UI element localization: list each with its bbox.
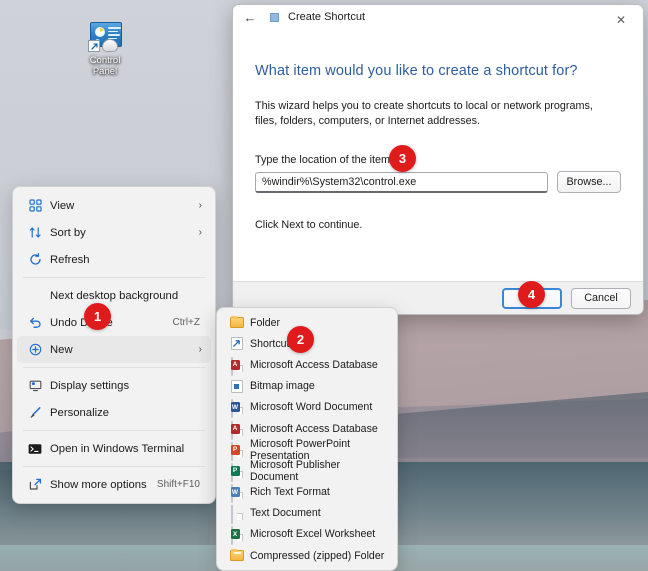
dialog-body: What item would you like to create a sho… bbox=[233, 35, 643, 231]
desktop-screen: Control Panel ← Create Shortcut ✕ What it… bbox=[0, 0, 648, 571]
chevron-right-icon: › bbox=[198, 227, 202, 238]
undo-icon bbox=[24, 316, 46, 329]
excel-icon: X bbox=[227, 526, 246, 546]
submenu-item-microsoft-powerpoint-presentation[interactable]: P Microsoft PowerPoint Presentation bbox=[221, 438, 393, 462]
submenu-label: Microsoft Excel Worksheet bbox=[250, 528, 376, 541]
context-menu-label: Display settings bbox=[50, 379, 130, 392]
context-menu-label: Open in Windows Terminal bbox=[50, 442, 185, 455]
control-panel-icon bbox=[88, 22, 122, 52]
rtf-icon: W bbox=[227, 484, 246, 504]
desktop-context-menu: View › Sort by › Refresh Next desktop ba… bbox=[12, 186, 216, 504]
shortcut-overlay-icon bbox=[88, 40, 100, 52]
context-menu-separator bbox=[23, 367, 205, 368]
context-menu-item-view[interactable]: View › bbox=[17, 192, 211, 219]
dialog-hint: Click Next to continue. bbox=[255, 219, 363, 231]
monitor-icon bbox=[24, 379, 46, 392]
context-menu-label: Next desktop background bbox=[50, 289, 179, 302]
context-menu-item-show-more-options[interactable]: Show more options Shift+F10 bbox=[17, 471, 211, 498]
submenu-item-compressed-zipped-folder[interactable]: Compressed (zipped) Folder bbox=[221, 545, 393, 566]
step-badge-4: 4 bbox=[518, 281, 545, 308]
chevron-right-icon: › bbox=[198, 344, 202, 355]
refresh-icon bbox=[24, 253, 46, 266]
context-menu-item-refresh[interactable]: Refresh bbox=[17, 246, 211, 273]
publisher-icon: P bbox=[227, 462, 246, 482]
dialog-app-icon bbox=[267, 10, 281, 24]
submenu-item-bitmap-image[interactable]: Bitmap image bbox=[221, 376, 393, 397]
context-menu-item-next-desktop-background[interactable]: Next desktop background bbox=[17, 282, 211, 309]
brush-icon bbox=[24, 406, 46, 419]
context-menu-label: Show more options bbox=[50, 478, 147, 491]
submenu-label: Folder bbox=[250, 316, 281, 329]
context-menu-label: Refresh bbox=[50, 253, 90, 266]
bitmap-icon bbox=[227, 379, 246, 393]
submenu-label: Bitmap image bbox=[250, 380, 315, 393]
context-menu-separator bbox=[23, 277, 205, 278]
desktop-icon-label: Control Panel bbox=[89, 55, 121, 77]
context-menu-accelerator: Ctrl+Z bbox=[172, 317, 201, 328]
context-menu-label: View bbox=[50, 199, 75, 212]
submenu-label: Rich Text Format bbox=[250, 486, 330, 499]
sort-icon bbox=[24, 226, 46, 239]
step-badge-3: 3 bbox=[389, 145, 416, 172]
context-menu-accelerator: Shift+F10 bbox=[156, 479, 200, 490]
zip-folder-icon bbox=[227, 548, 246, 562]
submenu-item-text-document[interactable]: Text Document bbox=[221, 503, 393, 525]
text-document-icon bbox=[227, 505, 246, 525]
grid-icon bbox=[24, 199, 46, 212]
context-menu-label: New bbox=[50, 343, 73, 356]
browse-button[interactable]: Browse... bbox=[557, 171, 621, 193]
step-badge-2: 2 bbox=[287, 326, 314, 353]
dialog-description: This wizard helps you to create shortcut… bbox=[255, 100, 593, 127]
dialog-title: Create Shortcut bbox=[288, 11, 366, 23]
step-badge-1: 1 bbox=[84, 303, 111, 330]
context-menu-separator bbox=[23, 430, 205, 431]
dialog-heading: What item would you like to create a sho… bbox=[255, 63, 578, 79]
submenu-item-microsoft-excel-worksheet[interactable]: X Microsoft Excel Worksheet bbox=[221, 524, 393, 546]
submenu-label: Microsoft Word Document bbox=[250, 401, 373, 414]
access-icon: A bbox=[227, 356, 246, 376]
context-menu-label: Undo Delete bbox=[50, 316, 113, 329]
submenu-label: Microsoft Publisher Document bbox=[250, 458, 341, 483]
submenu-label: Microsoft Access Database bbox=[250, 358, 378, 371]
submenu-item-microsoft-publisher-document[interactable]: P Microsoft Publisher Document bbox=[221, 458, 393, 483]
context-menu-label: Personalize bbox=[50, 406, 110, 419]
back-arrow-icon[interactable]: ← bbox=[240, 7, 260, 27]
desktop-icon-control-panel[interactable]: Control Panel bbox=[78, 22, 132, 77]
location-field-label: Type the location of the item: bbox=[255, 154, 394, 166]
submenu-item-microsoft-access-database-2[interactable]: A Microsoft Access Database bbox=[221, 418, 393, 440]
submenu-label: Text Document bbox=[250, 507, 321, 520]
location-input[interactable] bbox=[255, 171, 548, 193]
create-shortcut-dialog: ← Create Shortcut ✕ What item would you … bbox=[232, 4, 644, 315]
submenu-label: Compressed (zipped) Folder bbox=[250, 549, 385, 562]
context-menu-item-undo-delete[interactable]: Undo Delete Ctrl+Z bbox=[17, 309, 211, 336]
context-menu-item-new[interactable]: New › bbox=[17, 336, 211, 363]
word-icon: W bbox=[227, 399, 246, 419]
cancel-button[interactable]: Cancel bbox=[571, 287, 631, 309]
plus-circle-icon bbox=[24, 343, 46, 356]
context-menu-label: Sort by bbox=[50, 226, 86, 239]
submenu-item-microsoft-access-database[interactable]: A Microsoft Access Database bbox=[221, 354, 393, 376]
shortcut-icon bbox=[227, 337, 246, 351]
context-menu-item-open-in-windows-terminal[interactable]: Open in Windows Terminal bbox=[17, 435, 211, 462]
submenu-label: Shortcut bbox=[250, 337, 290, 350]
access-icon: A bbox=[227, 420, 246, 440]
more-options-icon bbox=[24, 478, 46, 491]
submenu-item-microsoft-word-document[interactable]: W Microsoft Word Document bbox=[221, 397, 393, 419]
powerpoint-icon: P bbox=[227, 441, 246, 461]
submenu-label: Microsoft Access Database bbox=[250, 422, 378, 435]
chevron-right-icon: › bbox=[198, 200, 202, 211]
dialog-titlebar[interactable]: ← Create Shortcut ✕ bbox=[233, 5, 643, 35]
close-icon[interactable]: ✕ bbox=[599, 5, 643, 35]
context-menu-item-display-settings[interactable]: Display settings bbox=[17, 372, 211, 399]
folder-icon bbox=[227, 315, 246, 329]
context-menu-item-personalize[interactable]: Personalize bbox=[17, 399, 211, 426]
context-menu-separator bbox=[23, 466, 205, 467]
terminal-icon bbox=[24, 443, 46, 455]
context-menu-item-sort-by[interactable]: Sort by › bbox=[17, 219, 211, 246]
submenu-item-rich-text-format[interactable]: W Rich Text Format bbox=[221, 482, 393, 504]
